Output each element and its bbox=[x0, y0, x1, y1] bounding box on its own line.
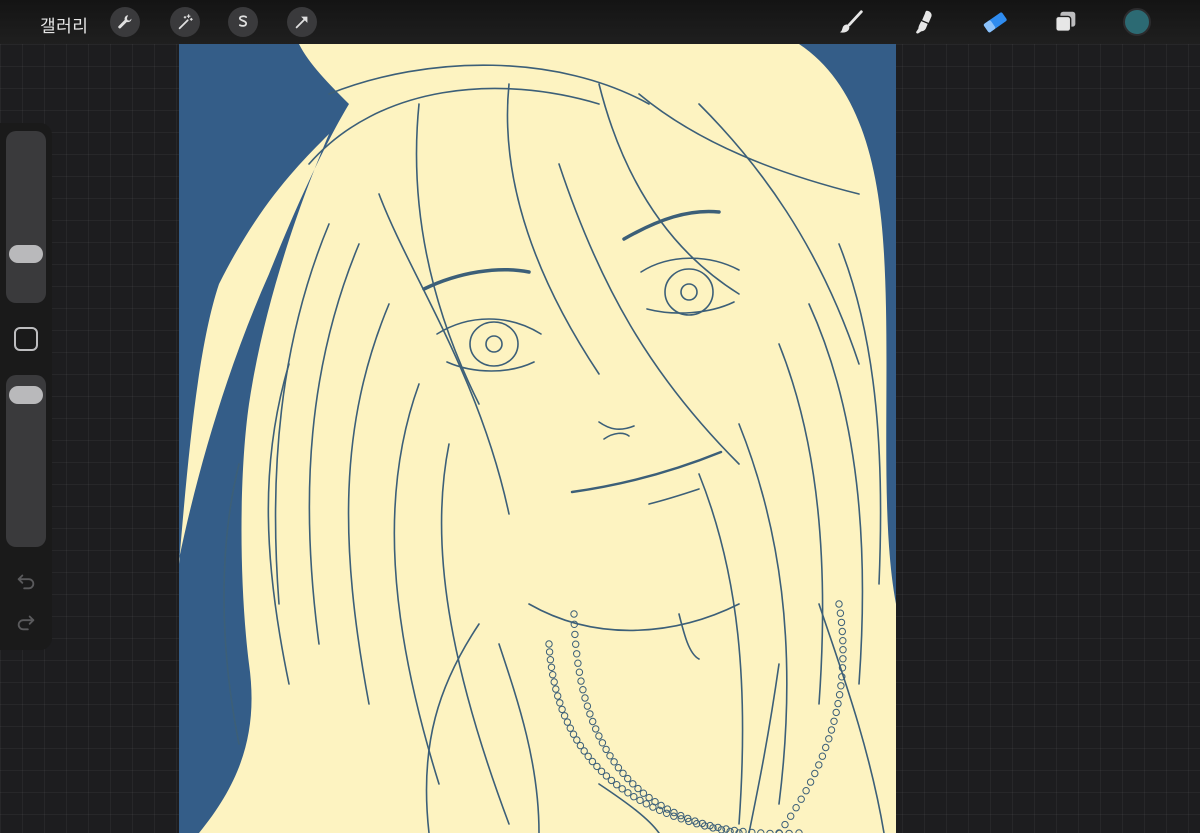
drawing-canvas[interactable] bbox=[179, 44, 896, 833]
color-picker-button[interactable] bbox=[1123, 8, 1151, 36]
smudge-icon[interactable] bbox=[908, 6, 940, 38]
eraser-icon[interactable] bbox=[979, 6, 1011, 38]
wrench-icon[interactable] bbox=[110, 7, 140, 37]
layers-icon[interactable] bbox=[1050, 6, 1082, 38]
brush-icon[interactable] bbox=[836, 6, 868, 38]
top-toolbar: 갤러리 bbox=[0, 0, 1200, 44]
opacity-slider[interactable] bbox=[6, 375, 46, 547]
left-sidebar bbox=[0, 123, 52, 650]
transform-arrow-icon[interactable] bbox=[287, 7, 317, 37]
brush-size-slider[interactable] bbox=[6, 131, 46, 303]
opacity-knob[interactable] bbox=[9, 386, 43, 405]
redo-icon[interactable] bbox=[12, 608, 40, 636]
modify-square-icon[interactable] bbox=[14, 327, 38, 351]
undo-icon[interactable] bbox=[12, 567, 40, 595]
brush-size-knob[interactable] bbox=[9, 244, 43, 263]
artwork-illustration bbox=[179, 44, 896, 833]
magic-wand-icon[interactable] bbox=[170, 7, 200, 37]
gallery-button[interactable]: 갤러리 bbox=[40, 12, 88, 37]
selection-icon[interactable] bbox=[228, 7, 258, 37]
